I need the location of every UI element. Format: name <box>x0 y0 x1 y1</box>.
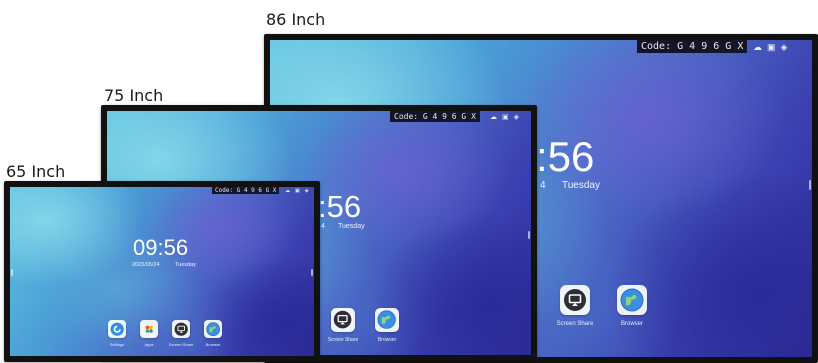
date-label: 2023/05/24 <box>132 262 160 268</box>
clock-time: 09:56 <box>133 235 189 260</box>
browser-app[interactable] <box>204 320 222 338</box>
size-label-75: 75 Inch <box>104 86 164 105</box>
browser-app[interactable] <box>375 308 399 332</box>
clock-time: :56 <box>536 133 595 180</box>
screen-share-icon <box>174 322 188 336</box>
cloud-icon: ☁ <box>285 188 290 194</box>
screen-share-app[interactable] <box>172 320 190 338</box>
browser-icon <box>620 288 644 312</box>
wifi-icon: ◈ <box>513 114 520 121</box>
status-bar: ☁ ▣ ◈ <box>280 188 309 194</box>
connection-code: Code: G 4 9 6 G X <box>637 40 748 53</box>
weekday-label: Tuesday <box>338 223 365 230</box>
image-icon: ▣ <box>295 188 300 194</box>
browser-label: Browser <box>377 337 397 343</box>
browser-app[interactable] <box>617 285 647 315</box>
screen-share-label: Screen Share <box>327 337 359 343</box>
screen-share-label: Screen Share <box>168 342 194 347</box>
wifi-icon: ◈ <box>780 42 788 52</box>
screen-share-label: Screen Share <box>556 321 594 327</box>
cloud-icon: ☁ <box>753 42 762 52</box>
cloud-icon: ☁ <box>490 114 497 121</box>
settings-icon <box>110 322 124 336</box>
screen-share-app[interactable] <box>560 285 590 315</box>
settings-label: Settings <box>109 342 125 347</box>
image-icon: ▣ <box>502 114 509 121</box>
edge-indicator <box>528 231 530 239</box>
screen-65: Code: G 4 9 6 G X ☁ ▣ ◈ 09:56 2023/05/24 T… <box>10 187 314 356</box>
date-fragment: 4 <box>540 180 546 191</box>
edge-indicator <box>809 180 811 190</box>
screen-share-icon <box>334 311 352 329</box>
edge-indicator <box>11 269 13 276</box>
display-65-inch: Code: G 4 9 6 G X ☁ ▣ ◈ 09:56 2023/05/24 T… <box>4 181 320 362</box>
status-bar: ☁ ▣ ◈ <box>748 42 787 53</box>
status-bar: ☁ ▣ ◈ <box>485 113 519 121</box>
weekday-label: Tuesday <box>562 180 600 191</box>
browser-icon <box>377 310 397 330</box>
size-label-65: 65 Inch <box>6 162 66 181</box>
settings-app[interactable] <box>108 320 126 338</box>
clock-time: :56 <box>318 189 362 224</box>
apps-label: Apps <box>144 342 154 347</box>
date-fragment: 4 <box>321 223 325 230</box>
browser-label: Browser <box>205 342 221 347</box>
image-icon: ▣ <box>767 42 776 52</box>
edge-indicator <box>311 269 313 276</box>
weekday-label: Tuesday <box>175 262 196 268</box>
connection-code: Code: G 4 9 6 G X <box>390 111 480 122</box>
connection-code: Code: G 4 9 6 G X <box>212 187 280 194</box>
wifi-icon: ◈ <box>304 188 309 194</box>
apps-app[interactable] <box>140 320 158 338</box>
screen-share-icon <box>564 289 586 311</box>
browser-icon <box>206 322 220 336</box>
screen-share-app[interactable] <box>331 308 355 332</box>
size-label-86: 86 Inch <box>266 10 326 29</box>
browser-label: Browser <box>620 321 644 327</box>
apps-icon <box>142 322 156 336</box>
